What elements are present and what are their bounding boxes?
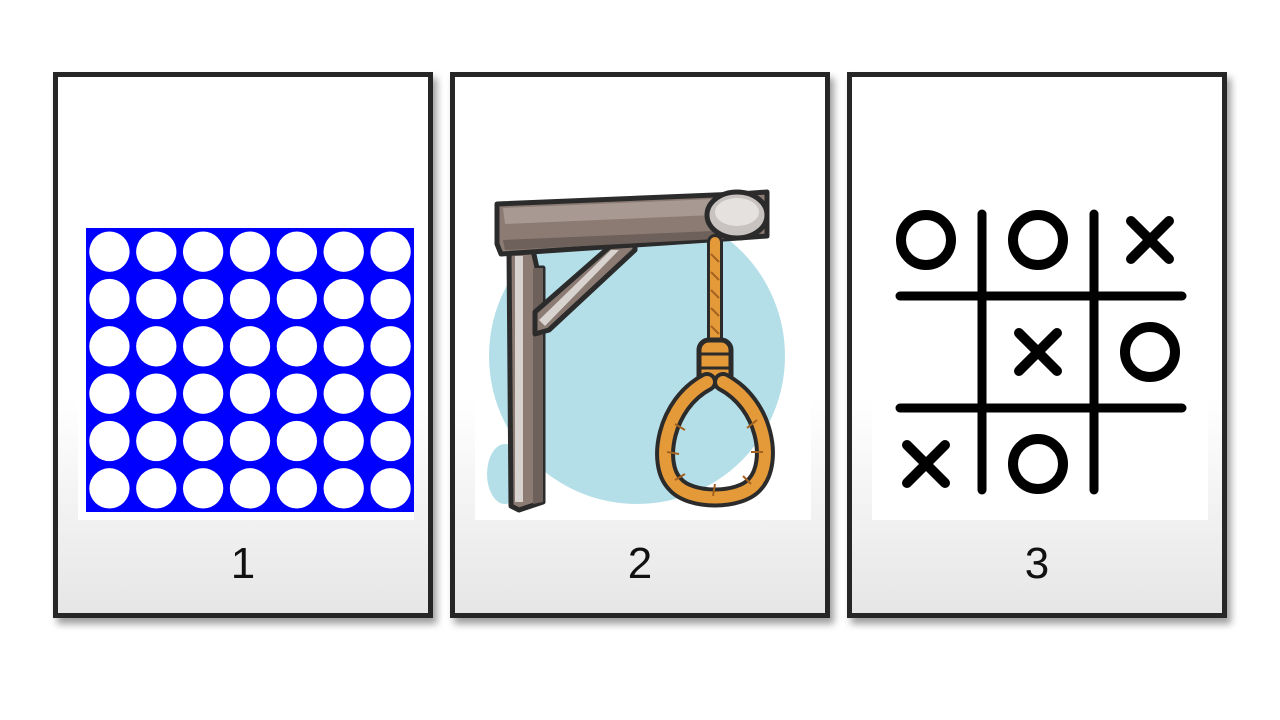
connect-four-hole: [182, 231, 224, 272]
connect-four-hole: [229, 231, 271, 272]
connect-four-image: [78, 184, 414, 520]
connect-four-hole: [276, 278, 318, 320]
connect-four-hole: [229, 468, 271, 509]
o-mark: [896, 210, 956, 270]
card-tic-tac-toe[interactable]: 3: [847, 72, 1227, 618]
connect-four-hole: [89, 278, 130, 320]
connect-four-hole: [136, 231, 177, 272]
o-mark: [1120, 322, 1180, 382]
connect-four-hole: [182, 278, 224, 320]
slide: 1 2 3: [0, 0, 1280, 720]
card-connect-four[interactable]: 1: [53, 72, 433, 618]
connect-four-hole: [89, 373, 130, 414]
connect-four-hole: [276, 326, 318, 367]
connect-four-hole: [182, 468, 224, 509]
connect-four-hole: [323, 326, 364, 367]
tic-tac-toe-image: [872, 184, 1208, 520]
x-mark: [1014, 328, 1062, 376]
hangman-image: [475, 184, 811, 520]
o-mark: [1008, 434, 1068, 494]
connect-four-hole: [136, 420, 177, 462]
connect-four-hole: [229, 278, 271, 320]
connect-four-hole: [370, 326, 411, 367]
card-number-2: 2: [627, 539, 653, 588]
connect-four-hole: [89, 231, 130, 272]
connect-four-hole: [182, 326, 224, 367]
connect-four-hole: [323, 468, 364, 509]
o-mark: [1008, 210, 1068, 270]
connect-four-hole: [323, 420, 364, 462]
connect-four-hole: [323, 278, 364, 320]
connect-four-hole: [323, 231, 364, 272]
connect-four-hole: [182, 420, 224, 462]
connect-four-hole: [370, 278, 411, 320]
card-number-3: 3: [1024, 539, 1050, 588]
connect-four-hole: [89, 326, 130, 367]
x-mark: [1126, 216, 1174, 264]
connect-four-hole: [370, 373, 411, 414]
connect-four-hole: [276, 420, 318, 462]
connect-four-hole: [182, 373, 224, 414]
connect-four-hole: [370, 231, 411, 272]
card-hangman[interactable]: 2: [450, 72, 830, 618]
connect-four-hole: [370, 420, 411, 462]
connect-four-hole: [136, 373, 177, 414]
connect-four-hole: [276, 231, 318, 272]
connect-four-hole: [276, 468, 318, 509]
connect-four-hole: [323, 373, 364, 414]
connect-four-hole: [136, 468, 177, 509]
connect-four-hole: [136, 326, 177, 367]
connect-four-hole: [370, 468, 411, 509]
connect-four-hole: [229, 326, 271, 367]
tic-tac-toe-marks: [896, 210, 1180, 494]
connect-four-hole: [136, 278, 177, 320]
connect-four-hole: [89, 468, 130, 509]
connect-four-hole: [276, 373, 318, 414]
connect-four-hole: [229, 373, 271, 414]
x-mark: [902, 440, 950, 488]
connect-four-hole: [229, 420, 271, 462]
card-number-1: 1: [230, 539, 256, 588]
connect-four-hole: [89, 420, 130, 462]
